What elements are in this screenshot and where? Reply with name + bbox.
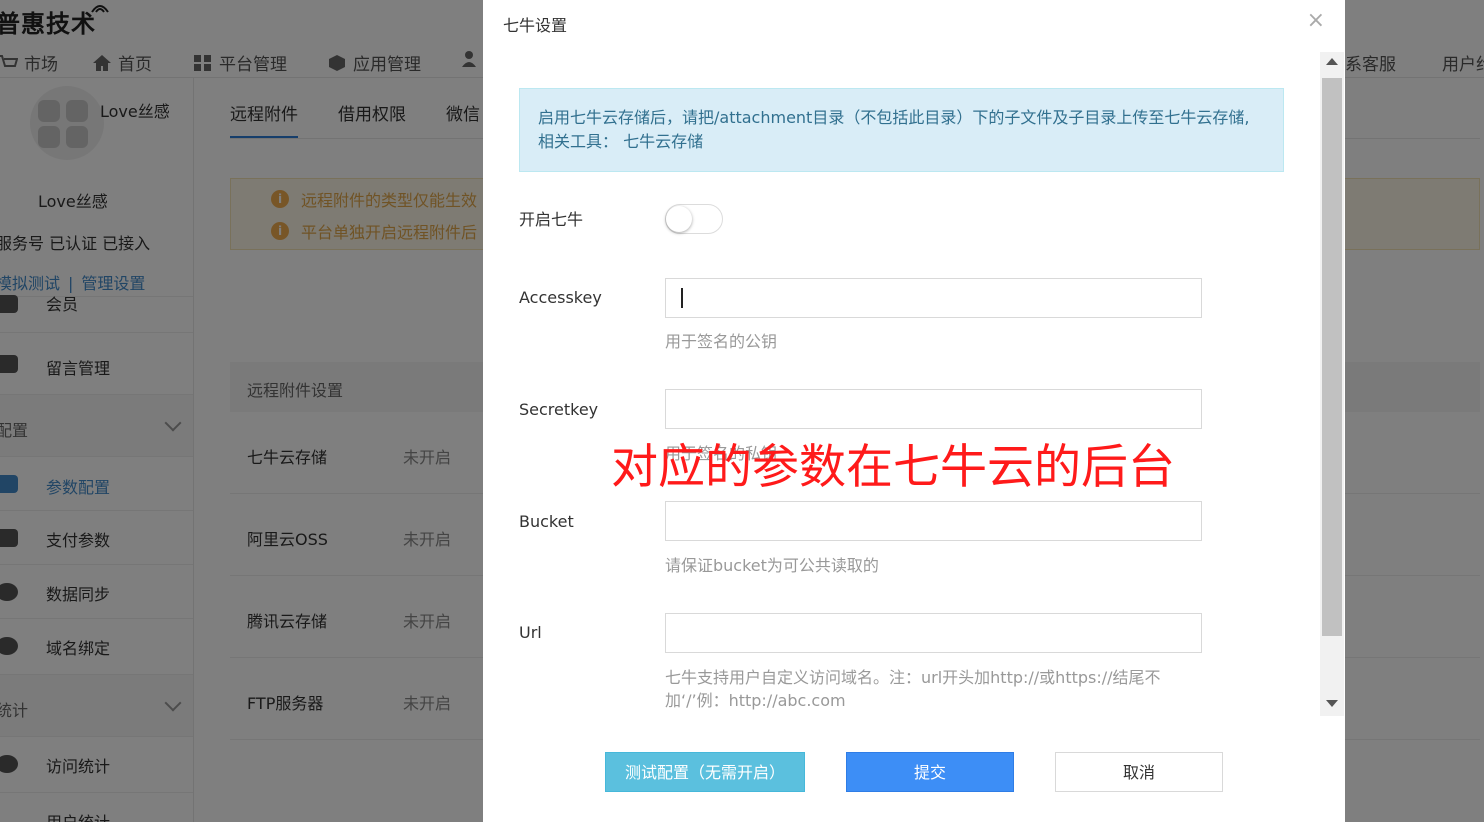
modal-body[interactable]: 启用七牛云存储后，请把/attachment目录（不包括此目录）下的子文件及子目… — [483, 52, 1345, 716]
bucket-help: 请保证bucket为可公共读取的 — [665, 556, 879, 575]
url-input[interactable] — [665, 613, 1202, 653]
scroll-down-arrow-icon[interactable] — [1326, 700, 1338, 707]
cancel-button[interactable]: 取消 — [1055, 752, 1223, 792]
accesskey-input[interactable] — [665, 278, 1202, 318]
accesskey-label: Accesskey — [519, 288, 602, 307]
modal-title: 七牛设置 — [503, 16, 568, 35]
url-label: Url — [519, 623, 542, 642]
red-annotation-text: 对应的参数在七牛云的后台 — [611, 440, 1175, 495]
bucket-label: Bucket — [519, 512, 574, 531]
close-icon[interactable]: × — [1307, 8, 1325, 33]
bucket-input[interactable] — [665, 501, 1202, 541]
toggle-knob — [666, 206, 692, 232]
text-caret — [681, 288, 683, 308]
scroll-up-arrow-icon[interactable] — [1326, 58, 1338, 65]
url-help: 七牛支持用户自定义访问域名。注：url开头加http://或https://结尾… — [665, 668, 1161, 710]
enable-qiniu-label: 开启七牛 — [519, 210, 584, 229]
info-alert: 启用七牛云存储后，请把/attachment目录（不包括此目录）下的子文件及子目… — [519, 88, 1284, 172]
modal-scrollbar[interactable] — [1320, 52, 1344, 716]
accesskey-help: 用于签名的公钥 — [665, 332, 778, 351]
submit-button[interactable]: 提交 — [846, 752, 1014, 792]
scroll-thumb[interactable] — [1322, 78, 1342, 636]
secretkey-input[interactable] — [665, 389, 1202, 429]
secretkey-label: Secretkey — [519, 400, 599, 419]
enable-qiniu-toggle[interactable] — [665, 204, 723, 234]
test-config-button[interactable]: 测试配置（无需开启） — [605, 752, 805, 792]
qiniu-settings-modal: 七牛设置 × 启用七牛云存储后，请把/attachment目录（不包括此目录）下… — [483, 0, 1345, 822]
